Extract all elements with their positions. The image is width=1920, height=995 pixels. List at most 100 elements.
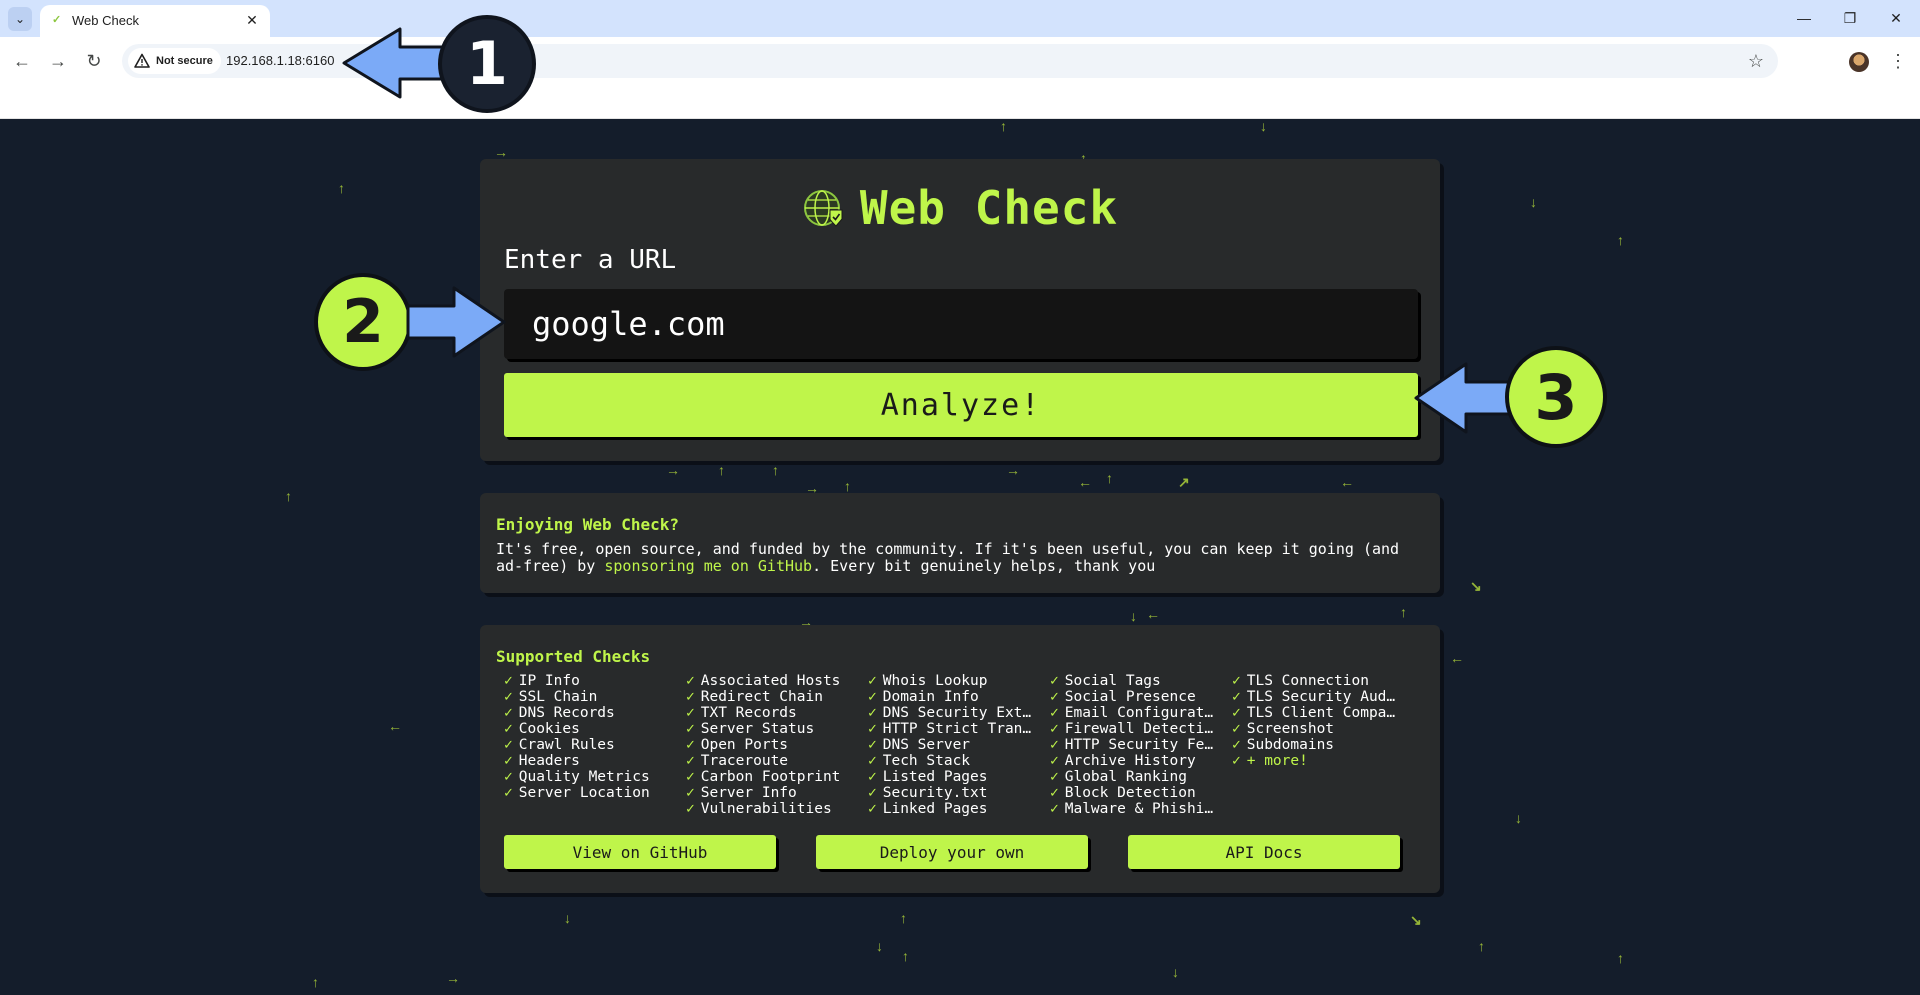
checkmark-icon: ✓ (1050, 673, 1059, 689)
check-label: Tech Stack (882, 753, 971, 769)
checkmark-icon: ✓ (1050, 801, 1059, 817)
particle-arrow-icon: ↗ (1178, 474, 1190, 490)
checkmark-icon: ✓ (1050, 705, 1059, 721)
check-item: ✓ Archive History (1050, 753, 1225, 769)
particle-arrow-icon: ↓ (1130, 608, 1137, 624)
check-label: Headers (518, 753, 580, 769)
check-label: Carbon Footprint (700, 769, 841, 785)
checkmark-icon: ✓ (868, 721, 877, 737)
checkmark-icon: ✓ (868, 801, 877, 817)
check-label: DNS Security Ext… (882, 705, 1032, 721)
more-checks-link[interactable]: ✓ + more! (1232, 753, 1407, 769)
particle-arrow-icon: ↑ (1400, 604, 1407, 620)
profile-avatar[interactable] (1849, 52, 1869, 72)
analyze-button[interactable]: Analyze! (504, 373, 1418, 437)
check-item: ✓ IP Info (504, 673, 679, 689)
check-item: ✓ TLS Client Compa… (1232, 705, 1407, 721)
tab-close-icon[interactable]: ✕ (242, 10, 262, 30)
checkmark-icon: ✓ (686, 801, 695, 817)
particle-arrow-icon: ↑ (312, 974, 319, 990)
browser-tab[interactable]: ✓ Web Check ✕ (40, 5, 270, 37)
check-label: Domain Info (882, 689, 979, 705)
tab-title: Web Check (72, 13, 139, 28)
close-window-button[interactable]: ✕ (1873, 4, 1919, 32)
bookmark-star-icon[interactable]: ☆ (1748, 49, 1764, 73)
annotation-arrow-2 (406, 286, 506, 358)
check-item: ✓ Block Detection (1050, 785, 1225, 801)
checkmark-icon: ✓ (504, 689, 513, 705)
checkmark-icon: ✓ (1232, 753, 1241, 769)
check-item: ✓ Security.txt (868, 785, 1043, 801)
check-label: Social Tags (1064, 673, 1161, 689)
app-title: Web Check (859, 181, 1119, 235)
check-label: Block Detection (1064, 785, 1196, 801)
check-item: ✓ Headers (504, 753, 679, 769)
check-label: TXT Records (700, 705, 797, 721)
check-item: ✓ Carbon Footprint (686, 769, 861, 785)
api-docs-button[interactable]: API Docs (1128, 835, 1400, 869)
checkmark-icon: ✓ (868, 705, 877, 721)
check-item: ✓ Social Presence (1050, 689, 1225, 705)
deploy-your-own-button[interactable]: Deploy your own (816, 835, 1088, 869)
checkmark-icon: ✓ (868, 673, 877, 689)
back-arrow-icon[interactable]: ← (8, 47, 36, 75)
warning-triangle-icon (134, 53, 150, 68)
tab-search-button[interactable]: ⌄ (8, 7, 32, 31)
view-on-github-button[interactable]: View on GitHub (504, 835, 776, 869)
check-item: ✓ Firewall Detecti… (1050, 721, 1225, 737)
particle-arrow-icon: ↓ (1530, 194, 1537, 210)
check-item: ✓ DNS Server (868, 737, 1043, 753)
check-item: ✓ Linked Pages (868, 801, 1043, 817)
minimize-button[interactable]: — (1781, 4, 1827, 32)
kebab-menu-icon[interactable]: ⋮ (1884, 47, 1912, 75)
check-label: Server Location (518, 785, 650, 801)
restore-button[interactable]: ❐ (1827, 4, 1873, 32)
check-label: IP Info (518, 673, 580, 689)
browser-tab-bar: ⌄ ✓ Web Check ✕ — ❐ ✕ (0, 0, 1920, 37)
more-label: + more! (1246, 753, 1308, 769)
check-label: Vulnerabilities (700, 801, 832, 817)
checkmark-icon: ✓ (868, 689, 877, 705)
check-item: ✓ Global Ranking (1050, 769, 1225, 785)
check-label: DNS Records (518, 705, 615, 721)
check-item: ✓ DNS Records (504, 705, 679, 721)
checkmark-icon: ✓ (504, 721, 513, 737)
security-chip[interactable]: Not secure (128, 48, 221, 74)
particle-arrow-icon: → (666, 462, 680, 478)
check-item: ✓ SSL Chain (504, 689, 679, 705)
check-item: ✓ HTTP Security Fe… (1050, 737, 1225, 753)
check-label: Server Info (700, 785, 797, 801)
checkmark-icon: ✓ (868, 785, 877, 801)
check-item: ✓ Whois Lookup (868, 673, 1043, 689)
check-item: ✓ Malware & Phishi… (1050, 801, 1225, 817)
particle-arrow-icon: ↓ (1260, 119, 1267, 134)
forward-arrow-icon[interactable]: → (44, 47, 72, 75)
check-label: Server Status (700, 721, 815, 737)
check-label: HTTP Strict Tran… (882, 721, 1032, 737)
particle-arrow-icon: ↘ (1410, 912, 1422, 928)
checkmark-icon: ✓ (504, 785, 513, 801)
particle-arrow-icon: ↑ (718, 462, 725, 478)
checkmark-icon: ✓ (1050, 785, 1059, 801)
url-input[interactable] (504, 289, 1418, 359)
url-label: Enter a URL (504, 245, 677, 275)
step-2-badge: 2 (314, 273, 412, 371)
sponsor-github-link[interactable]: sponsoring me on GitHub (604, 557, 812, 575)
checkmark-icon: ✓ (686, 721, 695, 737)
check-label: SSL Chain (518, 689, 598, 705)
url-text[interactable]: 192.168.1.18:6160 (226, 53, 334, 68)
particle-arrow-icon: → (1006, 462, 1020, 478)
check-label: Listed Pages (882, 769, 988, 785)
check-label: Linked Pages (882, 801, 988, 817)
checkmark-icon: ✓ (1232, 689, 1241, 705)
particle-arrow-icon: ↓ (1172, 964, 1179, 980)
reload-icon[interactable]: ↻ (80, 47, 108, 75)
browser-toolbar: ← → ↻ Not secure 192.168.1.18:6160 ☆ ⋮ (0, 37, 1920, 119)
step-3-badge: 3 (1505, 346, 1607, 448)
checkmark-icon: ✓ (686, 689, 695, 705)
check-item: ✓ Quality Metrics (504, 769, 679, 785)
check-item: ✓ TXT Records (686, 705, 861, 721)
check-label: Associated Hosts (700, 673, 841, 689)
checks-column: ✓ Social Tags ✓ Social Presence ✓ Email Confi… (1050, 673, 1232, 817)
checks-title: Supported Checks (496, 647, 651, 666)
